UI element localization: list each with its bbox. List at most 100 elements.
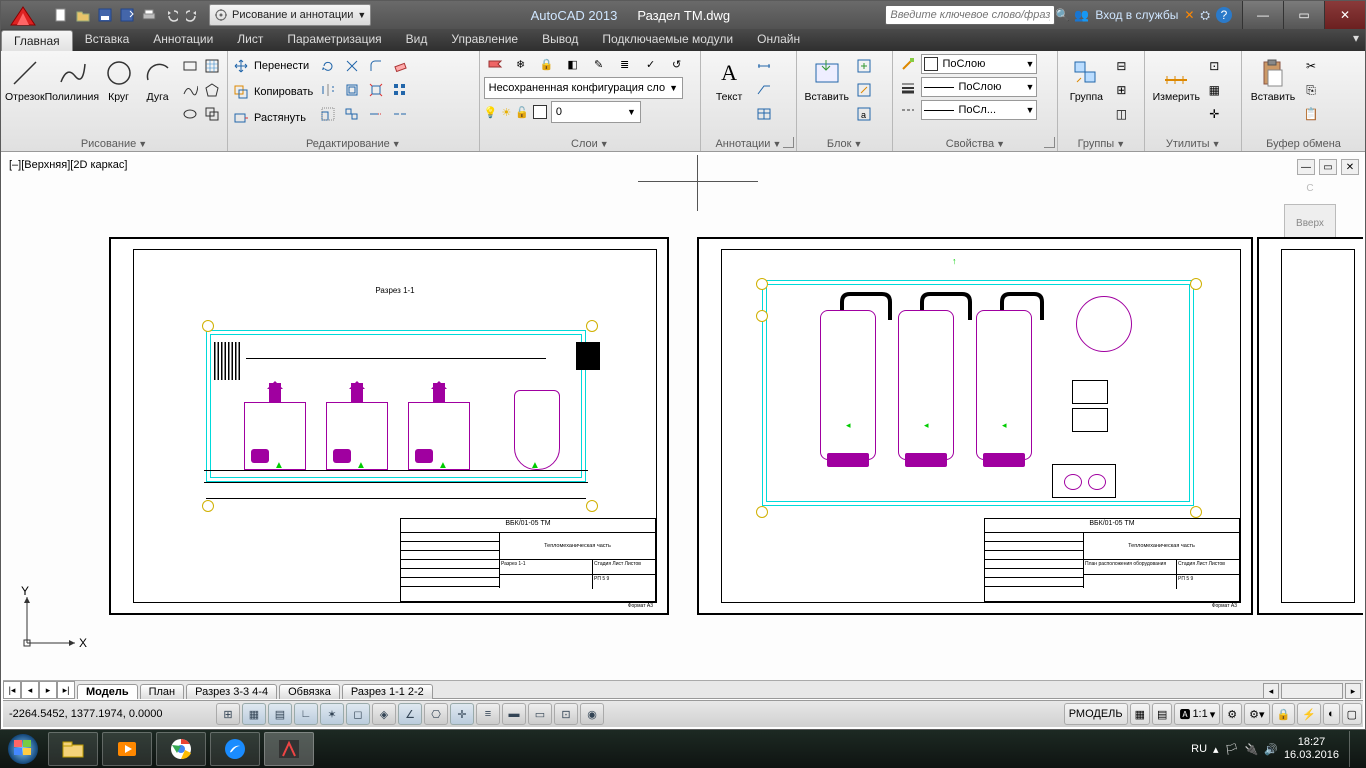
region-icon[interactable] — [201, 103, 223, 125]
ribbon-min-icon[interactable]: ▾ — [1347, 29, 1365, 51]
layer-state-combo[interactable]: Несохраненная конфигурация сло▼ — [484, 77, 683, 99]
move-button[interactable]: Перенести — [232, 55, 313, 77]
circle-button[interactable]: Круг — [99, 53, 138, 103]
vp-min-icon[interactable]: — — [1297, 159, 1315, 175]
otrack-icon[interactable]: ∠ — [398, 703, 422, 725]
coords-readout[interactable]: -2264.5452, 1377.1974, 0.0000 — [3, 708, 215, 720]
snap-icon[interactable]: ▦ — [242, 703, 266, 725]
isolate-icon[interactable]: ◐ — [1323, 703, 1340, 725]
search-icon[interactable]: 🔍 — [1055, 8, 1070, 22]
poly-icon[interactable] — [201, 79, 223, 101]
create-block-icon[interactable] — [853, 55, 875, 77]
search-input[interactable] — [885, 5, 1055, 25]
rotate-icon[interactable] — [317, 55, 339, 77]
close-button[interactable]: ✕ — [1324, 1, 1365, 29]
exchange-icon[interactable]: ✕ — [1184, 8, 1194, 22]
stretch-button[interactable]: Растянуть — [232, 107, 313, 129]
hw-accel-icon[interactable]: ⚡ — [1297, 703, 1321, 725]
lengthen-icon[interactable] — [365, 103, 387, 125]
signin-link[interactable]: Вход в службы — [1095, 8, 1178, 22]
dim-icon[interactable] — [753, 55, 775, 77]
ellipse-icon[interactable] — [179, 103, 201, 125]
taskbar-media[interactable] — [102, 732, 152, 766]
tab-online[interactable]: Онлайн — [745, 29, 812, 51]
insert-button[interactable]: Вставить — [801, 53, 853, 103]
tpy-icon[interactable]: ▬ — [502, 703, 526, 725]
qselect-icon[interactable]: ⊡ — [1203, 55, 1225, 77]
fillet-icon[interactable] — [365, 55, 387, 77]
explode-icon[interactable] — [365, 79, 387, 101]
help-icon[interactable]: ? — [1216, 7, 1232, 23]
infer-icon[interactable]: ⊞ — [216, 703, 240, 725]
tab-manage[interactable]: Управление — [439, 29, 530, 51]
lw-icon[interactable] — [897, 76, 919, 98]
grid-icon[interactable]: ▤ — [268, 703, 292, 725]
hscroll-right-icon[interactable]: ▸ — [1345, 683, 1361, 699]
pline-button[interactable]: Полилиния — [45, 53, 100, 103]
tray-volume-icon[interactable]: 🔊 — [1264, 743, 1278, 756]
qp-icon[interactable]: ▭ — [528, 703, 552, 725]
ws-switch-icon[interactable]: ⚙▾ — [1244, 703, 1269, 725]
ducs-icon[interactable]: ⎔ — [424, 703, 448, 725]
selectall-icon[interactable]: ▦ — [1203, 79, 1225, 101]
sc-icon[interactable]: ⊡ — [554, 703, 578, 725]
show-desktop-button[interactable] — [1349, 731, 1362, 767]
people-icon[interactable]: 👥 — [1074, 8, 1089, 22]
vp-max-icon[interactable]: ▭ — [1319, 159, 1337, 175]
lt-icon[interactable] — [897, 99, 919, 121]
hatch-icon[interactable] — [201, 55, 223, 77]
attr-icon[interactable]: a — [853, 103, 875, 125]
tab-home[interactable]: Главная — [1, 30, 73, 51]
redo-icon[interactable] — [183, 5, 203, 25]
point-icon[interactable]: ✛ — [1203, 103, 1225, 125]
ungroup-icon[interactable]: ⊟ — [1110, 55, 1132, 77]
clean-screen-icon[interactable]: ▢ — [1342, 703, 1362, 725]
lt-combo[interactable]: ПоСл...▼ — [921, 100, 1037, 120]
am-icon[interactable]: ◉ — [580, 703, 604, 725]
tab-model[interactable]: Модель — [77, 684, 138, 699]
open-icon[interactable] — [73, 5, 93, 25]
erase-icon[interactable] — [389, 55, 411, 77]
viewport-label[interactable]: [–][Верхняя][2D каркас] — [9, 159, 127, 171]
copy-clip-icon[interactable]: ⎘ — [1300, 79, 1322, 101]
taskbar-explorer[interactable] — [48, 732, 98, 766]
tray-up-icon[interactable]: ▴ — [1213, 743, 1219, 756]
tab-output[interactable]: Вывод — [530, 29, 590, 51]
tab-next-icon[interactable]: ▸ — [39, 681, 57, 699]
scale-icon[interactable] — [317, 103, 339, 125]
tab-prev-icon[interactable]: ◂ — [21, 681, 39, 699]
hscroll-thumb[interactable] — [1281, 683, 1343, 699]
vp-close-icon[interactable]: ✕ — [1341, 159, 1359, 175]
start-button[interactable] — [0, 730, 46, 768]
layer-iso-icon[interactable]: ◧ — [562, 53, 584, 75]
match-props-icon[interactable] — [897, 53, 919, 75]
clock[interactable]: 18:27 16.03.2016 — [1284, 736, 1339, 762]
polar-icon[interactable]: ✶ — [320, 703, 344, 725]
taskbar-autocad[interactable] — [264, 732, 314, 766]
paste-spec-icon[interactable]: 📋 — [1300, 103, 1322, 125]
layer-props-icon[interactable] — [484, 53, 506, 75]
ortho-icon[interactable]: ∟ — [294, 703, 318, 725]
layer-off-icon[interactable]: ❄ — [510, 53, 532, 75]
array-icon[interactable] — [389, 79, 411, 101]
layer-prev-icon[interactable]: ↺ — [666, 53, 688, 75]
lang-indicator[interactable]: RU — [1191, 743, 1207, 755]
tab-addins[interactable]: Подключаемые модули — [590, 29, 745, 51]
av-icon[interactable]: ⚙ — [1222, 703, 1242, 725]
tab-insert[interactable]: Вставка — [73, 29, 142, 51]
app-logo[interactable] — [1, 1, 49, 29]
trim-icon[interactable] — [341, 55, 363, 77]
current-layer-combo[interactable]: 0▼ — [551, 101, 641, 123]
table-icon[interactable] — [753, 103, 775, 125]
layer-walk-icon[interactable]: ≣ — [614, 53, 636, 75]
layer-change-icon[interactable]: ✓ — [640, 53, 662, 75]
tab-annot[interactable]: Аннотации — [141, 29, 225, 51]
text-button[interactable]: A Текст — [705, 53, 753, 103]
lwt-icon[interactable]: ≡ — [476, 703, 500, 725]
break-icon[interactable] — [389, 103, 411, 125]
tab-last-icon[interactable]: ▸| — [57, 681, 75, 699]
save-icon[interactable] — [95, 5, 115, 25]
flag-icon[interactable]: 🏳 — [1225, 743, 1239, 756]
tray-power-icon[interactable]: 🔌 — [1245, 743, 1259, 756]
a360-icon[interactable]: ⛭ — [1200, 8, 1210, 23]
